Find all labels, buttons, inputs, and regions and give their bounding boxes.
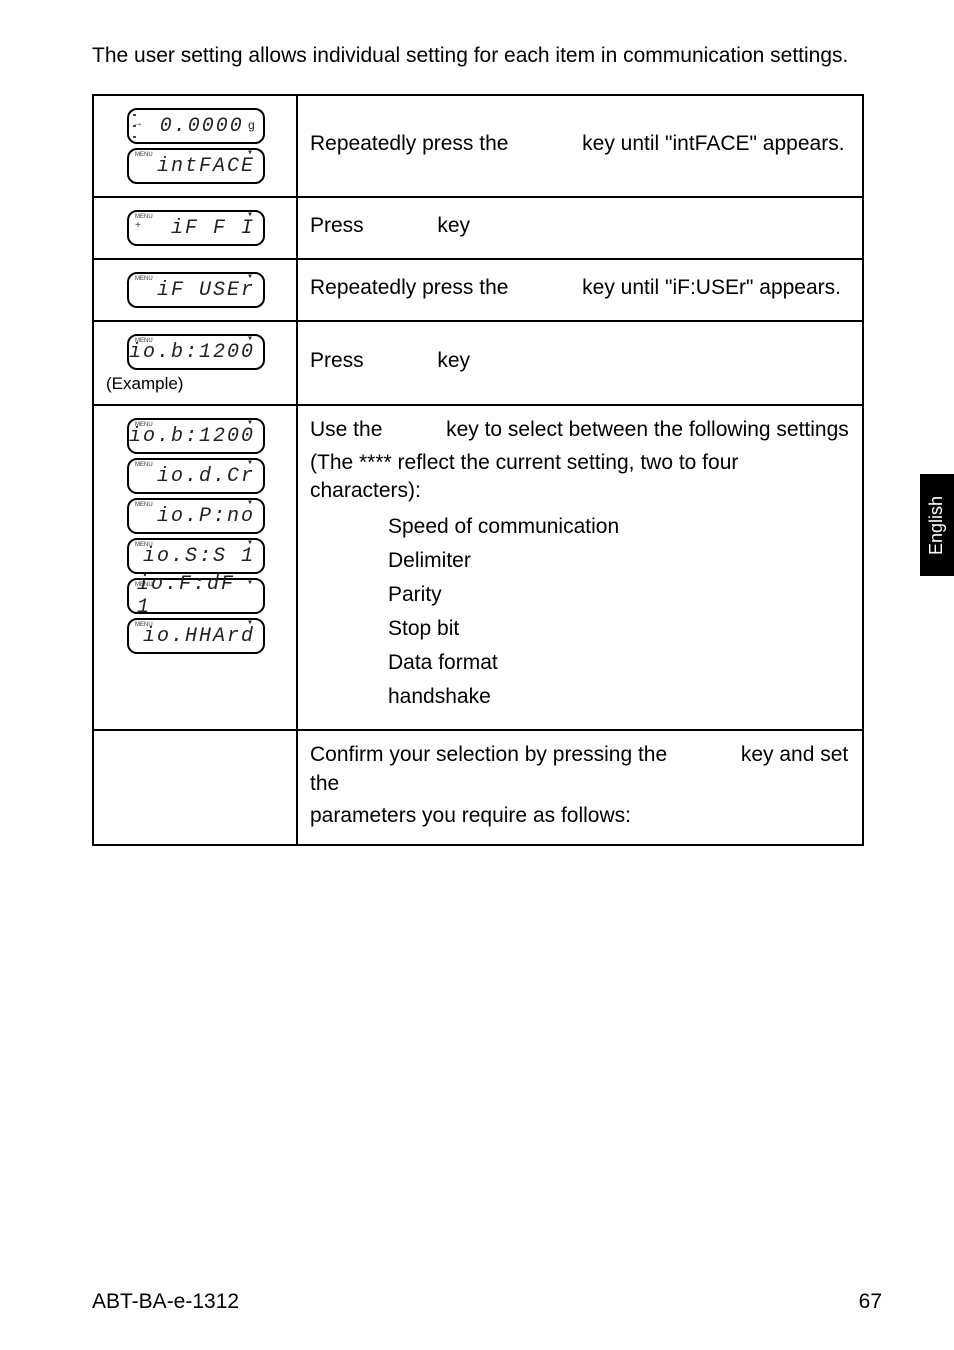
row6-text-a: Confirm your selection by pressing the bbox=[310, 743, 667, 766]
menu-tag: MENU bbox=[135, 502, 153, 508]
row6-text-c: parameters you require as follows: bbox=[310, 802, 850, 830]
example-note: (Example) bbox=[106, 374, 288, 394]
row1-left: → 0.0000 g MENU ▾ intFACE bbox=[93, 95, 297, 197]
caret-icon: ▾ bbox=[247, 335, 255, 345]
row6-right: Confirm your selection by pressing the k… bbox=[297, 730, 863, 845]
lcd-iob-1200-b: MENU ▾ io.b:1200 bbox=[127, 418, 265, 454]
lcd-weight-display: → 0.0000 g bbox=[127, 108, 265, 144]
menu-tag: MENU bbox=[135, 462, 153, 468]
item-dataformat: Data format bbox=[388, 651, 850, 675]
row1-text-a: Repeatedly press the bbox=[310, 132, 508, 155]
item-parity: Parity bbox=[388, 583, 850, 607]
intro-text: The user setting allows individual setti… bbox=[92, 42, 882, 70]
lcd-iopno: MENU ▾ io.P:no bbox=[127, 498, 265, 534]
row3-text-a: Repeatedly press the bbox=[310, 276, 508, 299]
row1-right: Repeatedly press the key until "intFACE"… bbox=[297, 95, 863, 197]
language-tab: English bbox=[920, 474, 954, 576]
footer-left: ABT-BA-e-1312 bbox=[92, 1290, 239, 1314]
lcd-intface: MENU ▾ intFACE bbox=[127, 148, 265, 184]
lcd-iohhard: MENU ▾ io.HHArd bbox=[127, 618, 265, 654]
menu-tag: MENU bbox=[135, 338, 153, 344]
lcd-ioss1: MENU ▾ io.S:S 1 bbox=[127, 538, 265, 574]
lcd-if-fi: + MENU ▾ iF F I bbox=[127, 210, 265, 246]
page-footer: ABT-BA-e-1312 67 bbox=[92, 1290, 882, 1314]
menu-tag: MENU bbox=[135, 152, 153, 158]
caret-icon: ▾ bbox=[247, 539, 255, 549]
row5-text-c: (The **** reflect the current setting, t… bbox=[310, 449, 850, 506]
item-delimiter: Delimiter bbox=[388, 549, 850, 573]
item-speed: Speed of communication bbox=[388, 515, 850, 539]
caret-icon: ▾ bbox=[247, 149, 255, 159]
lcd-value: io.F:dF 1 bbox=[137, 573, 255, 619]
lcd-value: iF F I bbox=[171, 217, 255, 240]
menu-tag: MENU bbox=[135, 582, 153, 588]
lcd-value: intFACE bbox=[157, 155, 255, 178]
row5-text-b: key to select between the following sett… bbox=[446, 418, 849, 441]
item-handshake: handshake bbox=[388, 685, 850, 709]
row3-text-b: key until "iF:USEr" appears. bbox=[582, 276, 841, 299]
caret-icon: ▾ bbox=[247, 459, 255, 469]
row5-right: Use the key to select between the follow… bbox=[297, 405, 863, 730]
lcd-value: io.P:no bbox=[157, 505, 255, 528]
row4-text-b: key bbox=[437, 349, 470, 372]
menu-tag: MENU bbox=[135, 542, 153, 548]
row2-right: Press key bbox=[297, 197, 863, 259]
footer-page-number: 67 bbox=[859, 1290, 882, 1314]
row4-left: MENU ▾ io.b:1200 (Example) bbox=[93, 321, 297, 405]
row5-text-a: Use the bbox=[310, 418, 382, 441]
lcd-value: io.d.Cr bbox=[157, 465, 255, 488]
row2-text-a: Press bbox=[310, 214, 364, 237]
lcd-value: io.HHArd bbox=[143, 625, 255, 648]
caret-icon: ▾ bbox=[247, 579, 255, 589]
instruction-table: → 0.0000 g MENU ▾ intFACE Repeatedly pre… bbox=[92, 94, 864, 846]
menu-tag: MENU bbox=[135, 276, 153, 282]
row5-left: MENU ▾ io.b:1200 MENU ▾ io.d.Cr MENU ▾ i… bbox=[93, 405, 297, 730]
plus-icon: + bbox=[135, 222, 143, 232]
lcd-if-user: MENU ▾ iF USEr bbox=[127, 272, 265, 308]
lcd-unit: g bbox=[248, 119, 255, 133]
lcd-value: 0.0000 bbox=[160, 115, 244, 138]
row2-left: + MENU ▾ iF F I bbox=[93, 197, 297, 259]
caret-icon: ▾ bbox=[247, 499, 255, 509]
row4-right: Press key bbox=[297, 321, 863, 405]
row1-text-b: key until "intFACE" appears. bbox=[582, 132, 844, 155]
caret-icon: ▾ bbox=[247, 619, 255, 629]
menu-tag: MENU bbox=[135, 214, 153, 220]
item-stopbit: Stop bit bbox=[388, 617, 850, 641]
lcd-value: io.S:S 1 bbox=[143, 545, 255, 568]
lcd-iodcr: MENU ▾ io.d.Cr bbox=[127, 458, 265, 494]
row2-text-b: key bbox=[437, 214, 470, 237]
lcd-iob-1200: MENU ▾ io.b:1200 bbox=[127, 334, 265, 370]
caret-icon: ▾ bbox=[247, 419, 255, 429]
plus-icon: → bbox=[135, 120, 143, 130]
caret-icon: ▾ bbox=[247, 211, 255, 221]
row6-left bbox=[93, 730, 297, 845]
row3-left: MENU ▾ iF USEr bbox=[93, 259, 297, 321]
menu-tag: MENU bbox=[135, 422, 153, 428]
row4-text-a: Press bbox=[310, 349, 364, 372]
language-tab-label: English bbox=[927, 495, 948, 554]
row3-right: Repeatedly press the key until "iF:USEr"… bbox=[297, 259, 863, 321]
lcd-value: iF USEr bbox=[157, 279, 255, 302]
caret-icon: ▾ bbox=[247, 273, 255, 283]
menu-tag: MENU bbox=[135, 622, 153, 628]
lcd-iofdf1: MENU ▾ io.F:dF 1 bbox=[127, 578, 265, 614]
